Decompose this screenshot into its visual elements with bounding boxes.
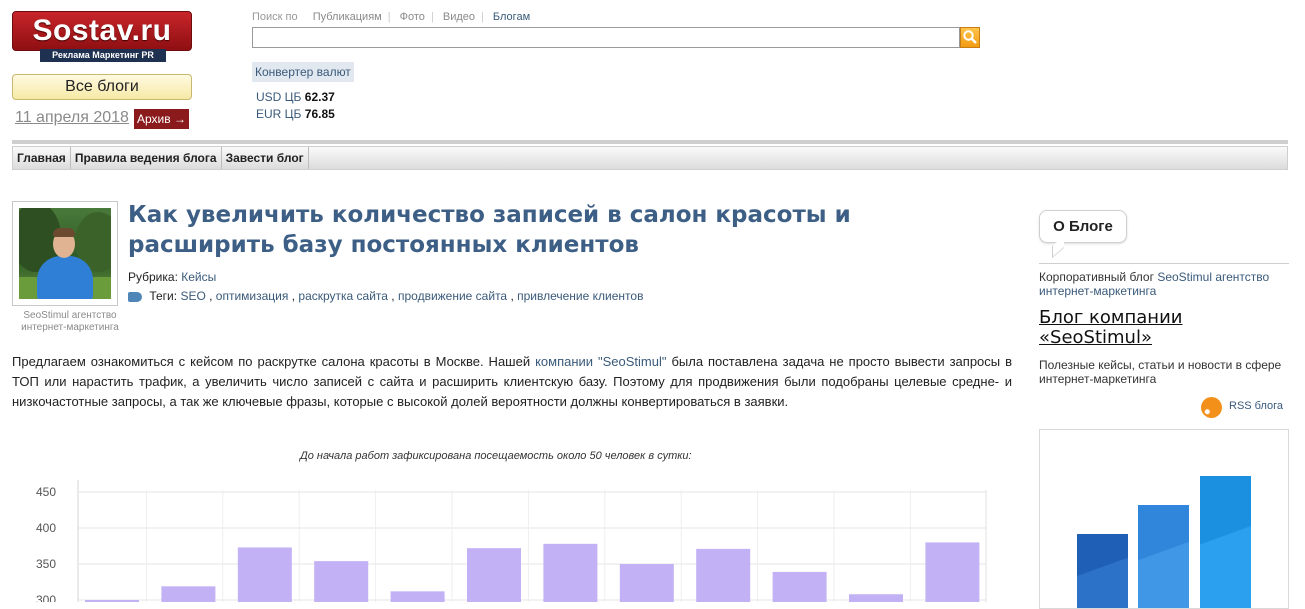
traffic-chart: 300 350 400 450: [28, 480, 988, 602]
sidebar-divider: [1039, 263, 1289, 264]
search-icon: [963, 30, 977, 44]
rate-usd: USD ЦБ 62.37: [256, 90, 335, 104]
logo-subtitle: Реклама Маркетинг PR: [40, 49, 166, 62]
rss-icon[interactable]: [1201, 397, 1222, 418]
search-tab-video[interactable]: Видео: [443, 11, 475, 23]
chart-bar: [390, 591, 445, 602]
article-rubric: Рубрика: Кейсы: [128, 270, 216, 284]
menu-item-create-blog[interactable]: Завести блог: [222, 147, 309, 169]
chart-bar: [696, 548, 751, 602]
chart-bar: [543, 543, 598, 602]
tag-link[interactable]: привлечение клиентов: [517, 289, 643, 303]
search-scope-label: Поиск по: [252, 11, 298, 23]
rubric-link[interactable]: Кейсы: [181, 270, 216, 284]
sidebar-banner[interactable]: [1039, 429, 1289, 609]
article-intro: Предлагаем ознакомиться с кейсом по раск…: [12, 352, 1012, 412]
search-input[interactable]: [252, 27, 960, 48]
rate-usd-value: 62.37: [304, 90, 335, 104]
chart-y-tick-label: 350: [36, 557, 56, 571]
about-blog-tab[interactable]: О Блоге: [1039, 210, 1127, 243]
blog-name-link[interactable]: Блог компании «SeoStimul»: [1039, 308, 1289, 348]
article-tags: Теги: SEO , оптимизация , раскрутка сайт…: [128, 289, 643, 303]
banner-bar-graphic: [1200, 476, 1251, 608]
rate-eur: EUR ЦБ 76.85: [256, 107, 335, 121]
tags-label: Теги:: [149, 289, 178, 303]
banner-bar-graphic: [1138, 505, 1189, 608]
chart-bar: [619, 564, 674, 602]
chart-bar: [467, 548, 521, 602]
blog-menu: Главная Правила ведения блога Завести бл…: [12, 146, 1288, 170]
chart-caption: До начала работ зафиксирована посещаемос…: [300, 450, 692, 462]
chart-bar: [161, 586, 216, 602]
article-title: Как увеличить количество записей в салон…: [128, 202, 851, 258]
tag-link[interactable]: SEO: [180, 289, 205, 303]
rate-eur-value: 76.85: [304, 107, 335, 121]
author-caption: SeoStimul агентство интернет-маркетинга: [12, 310, 128, 334]
tag-icon: [128, 291, 142, 302]
chart-bar: [237, 547, 292, 602]
search-button[interactable]: [960, 27, 980, 48]
currency-converter-link[interactable]: Конвертер валют: [252, 62, 354, 82]
chart-bar: [314, 561, 369, 602]
corporate-blog-note: Корпоративный блог SeoStimul агентство и…: [1039, 270, 1289, 298]
chart-y-tick-label: 300: [36, 593, 56, 602]
search-tab-photo[interactable]: Фото: [400, 11, 425, 23]
author-photo: [19, 208, 111, 299]
author-caption-link[interactable]: SeoStimul агентство интернет-маркетинга: [21, 310, 119, 333]
chart-bar: [925, 542, 980, 602]
company-link[interactable]: компании "SeoStimul": [535, 354, 666, 369]
tag-link[interactable]: оптимизация: [216, 289, 289, 303]
chart-bar: [772, 571, 827, 602]
rate-eur-label[interactable]: EUR ЦБ: [256, 107, 301, 121]
tag-link[interactable]: раскрутка сайта: [298, 289, 388, 303]
rss-link[interactable]: RSS блога: [1229, 400, 1283, 412]
header-divider: [12, 140, 1288, 144]
rubric-label: Рубрика:: [128, 270, 178, 284]
search-tab-publications[interactable]: Публикациям: [313, 11, 382, 23]
menu-item-rules[interactable]: Правила ведения блога: [71, 147, 222, 169]
banner-bar-graphic: [1077, 534, 1128, 608]
traffic-chart-svg: 300 350 400 450: [36, 480, 987, 602]
chart-y-tick-label: 450: [36, 485, 56, 499]
intro-text-start: Предлагаем ознакомиться с кейсом по раск…: [12, 354, 536, 369]
search-scope-nav: Поиск по Публикациям | Фото | Видео | Блога…: [252, 11, 531, 23]
chart-y-tick-label: 400: [36, 521, 56, 535]
tag-link[interactable]: продвижение сайта: [398, 289, 507, 303]
rate-usd-label[interactable]: USD ЦБ: [256, 90, 301, 104]
current-date-link[interactable]: 11 апреля 2018: [15, 109, 129, 127]
archive-button[interactable]: Архив →: [134, 109, 189, 129]
author-avatar[interactable]: [12, 201, 118, 306]
corporate-prefix: Корпоративный блог: [1039, 270, 1158, 284]
site-logo[interactable]: Sostav.ru: [12, 11, 192, 51]
search-tab-blogs[interactable]: Блогам: [493, 11, 530, 23]
blog-description: Полезные кейсы, статьи и новости в сфере…: [1039, 358, 1282, 386]
chart-bar: [849, 594, 903, 602]
menu-item-home[interactable]: Главная: [13, 147, 71, 169]
all-blogs-button[interactable]: Все блоги: [12, 74, 192, 100]
